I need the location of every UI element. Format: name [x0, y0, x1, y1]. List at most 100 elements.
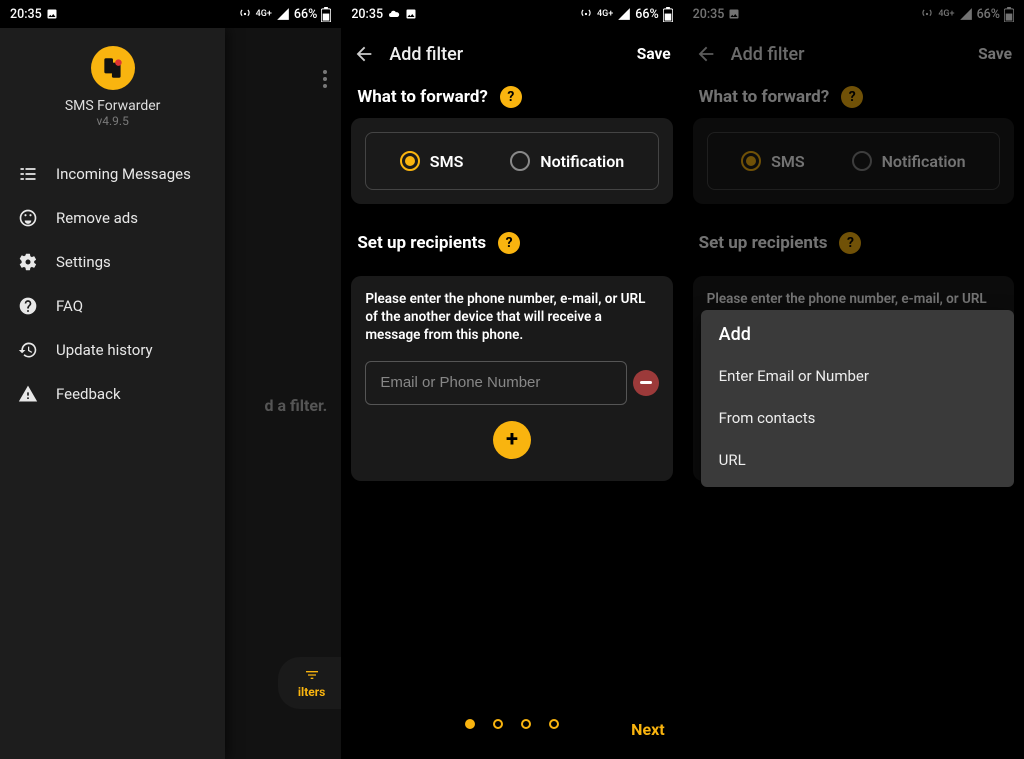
status-bar: 20:35 4G+ 66%: [683, 0, 1024, 28]
signal-icon: [959, 7, 973, 21]
network-label: 4G+: [597, 9, 613, 19]
radio-indicator: [741, 151, 761, 171]
status-bar: 20:35 4G+ 66%: [341, 0, 682, 28]
battery-icon: [321, 7, 331, 22]
network-label: 4G+: [938, 9, 954, 19]
what-title: What to forward?: [357, 87, 488, 107]
radio-label: Notification: [882, 152, 966, 171]
drawer-header: SMS Forwarder v4.9.5: [0, 28, 225, 142]
battery-icon: [663, 7, 673, 22]
recipient-input[interactable]: [365, 361, 626, 405]
app-icon: [91, 46, 135, 90]
radio-notification[interactable]: Notification: [852, 151, 966, 171]
drawer-item-removeads[interactable]: Remove ads: [0, 196, 225, 240]
popup-item-contacts[interactable]: From contacts: [719, 397, 996, 439]
popup-item-enter[interactable]: Enter Email or Number: [719, 355, 996, 397]
hotspot-icon: [920, 7, 934, 21]
page-title: Add filter: [731, 44, 964, 65]
filters-pill[interactable]: ilters: [278, 657, 341, 709]
help-icon[interactable]: ?: [500, 86, 522, 108]
history-icon: [18, 340, 38, 360]
drawer-item-settings[interactable]: Settings: [0, 240, 225, 284]
picture-icon: [46, 8, 58, 20]
radio-notification[interactable]: Notification: [510, 151, 624, 171]
list-icon: [18, 164, 38, 184]
drawer-item-label: Update history: [56, 341, 153, 359]
back-button[interactable]: [695, 43, 717, 65]
what-section-header: What to forward? ?: [683, 80, 1024, 118]
page-title: Add filter: [389, 44, 622, 65]
status-time: 20:35: [351, 7, 383, 22]
save-button[interactable]: Save: [637, 45, 671, 63]
recipients-description: Please enter the phone number, e-mail, o…: [365, 290, 658, 345]
topbar: Add filter Save: [683, 28, 1024, 80]
hotspot-icon: [579, 7, 593, 21]
popup-title: Add: [719, 324, 996, 345]
radio-label: SMS: [771, 152, 805, 171]
radio-sms[interactable]: SMS: [400, 151, 464, 171]
popup-item-url[interactable]: URL: [719, 439, 996, 481]
signal-icon: [276, 7, 290, 21]
app-version: v4.9.5: [0, 114, 225, 128]
remove-recipient-button[interactable]: [633, 370, 659, 396]
drawer-item-label: Incoming Messages: [56, 165, 191, 183]
help-icon[interactable]: ?: [839, 232, 861, 254]
smile-icon: [18, 208, 38, 228]
battery-icon: [1004, 7, 1014, 22]
overflow-menu-icon[interactable]: [323, 70, 327, 88]
battery-pct: 66%: [977, 7, 1000, 22]
network-label: 4G+: [256, 9, 272, 19]
screen-drawer: 20:35 4G+ 66% d a filter. ilters SMS For…: [0, 0, 341, 759]
help-icon: [18, 296, 38, 316]
warning-icon: [18, 384, 38, 404]
filters-label: ilters: [298, 685, 325, 699]
radio-indicator: [400, 151, 420, 171]
help-icon[interactable]: ?: [841, 86, 863, 108]
cloud-icon: [387, 8, 401, 20]
peek-empty-text: d a filter.: [264, 396, 327, 415]
nav-drawer: SMS Forwarder v4.9.5 Incoming Messages R…: [0, 28, 225, 759]
gear-icon: [18, 252, 38, 272]
signal-icon: [617, 7, 631, 21]
radio-label: Notification: [540, 152, 624, 171]
recipients-title: Set up recipients: [357, 233, 486, 253]
screen-add-filter: 20:35 4G+ 66% Add filter Save What to fo…: [341, 0, 682, 759]
picture-icon: [728, 8, 740, 20]
recipients-title: Set up recipients: [699, 233, 828, 253]
status-time: 20:35: [10, 7, 42, 22]
save-button[interactable]: Save: [978, 45, 1012, 63]
drawer-item-label: Settings: [56, 253, 111, 271]
add-popup: Add Enter Email or Number From contacts …: [701, 310, 1014, 487]
drawer-item-label: Feedback: [56, 385, 121, 403]
funnel-icon: [304, 667, 320, 683]
drawer-item-feedback[interactable]: Feedback: [0, 372, 225, 416]
battery-pct: 66%: [294, 7, 317, 22]
app-name: SMS Forwarder: [0, 98, 225, 114]
help-icon[interactable]: ?: [498, 232, 520, 254]
screen-add-filter-popup: 20:35 4G+ 66% Add filter Save What to fo…: [683, 0, 1024, 759]
drawer-item-label: Remove ads: [56, 209, 138, 227]
next-button[interactable]: Next: [631, 720, 664, 739]
status-time: 20:35: [693, 7, 725, 22]
radio-label: SMS: [430, 152, 464, 171]
status-bar: 20:35 4G+ 66%: [0, 0, 341, 28]
recipients-section-header: Set up recipients ?: [683, 226, 1024, 264]
radio-sms[interactable]: SMS: [741, 151, 805, 171]
topbar: Add filter Save: [341, 28, 682, 80]
what-panel: SMS Notification: [693, 118, 1014, 204]
battery-pct: 66%: [635, 7, 658, 22]
drawer-item-history[interactable]: Update history: [0, 328, 225, 372]
radio-indicator: [852, 151, 872, 171]
recipients-section-header: Set up recipients ?: [341, 226, 682, 264]
what-panel: SMS Notification: [351, 118, 672, 204]
radio-indicator: [510, 151, 530, 171]
drawer-item-incoming[interactable]: Incoming Messages: [0, 152, 225, 196]
picture-icon: [405, 8, 417, 20]
hotspot-icon: [238, 7, 252, 21]
recipients-card: Please enter the phone number, e-mail, o…: [351, 276, 672, 481]
add-recipient-button[interactable]: [493, 421, 531, 459]
drawer-item-label: FAQ: [56, 297, 83, 315]
drawer-item-faq[interactable]: FAQ: [0, 284, 225, 328]
pager-dots: [465, 719, 559, 729]
back-button[interactable]: [353, 43, 375, 65]
